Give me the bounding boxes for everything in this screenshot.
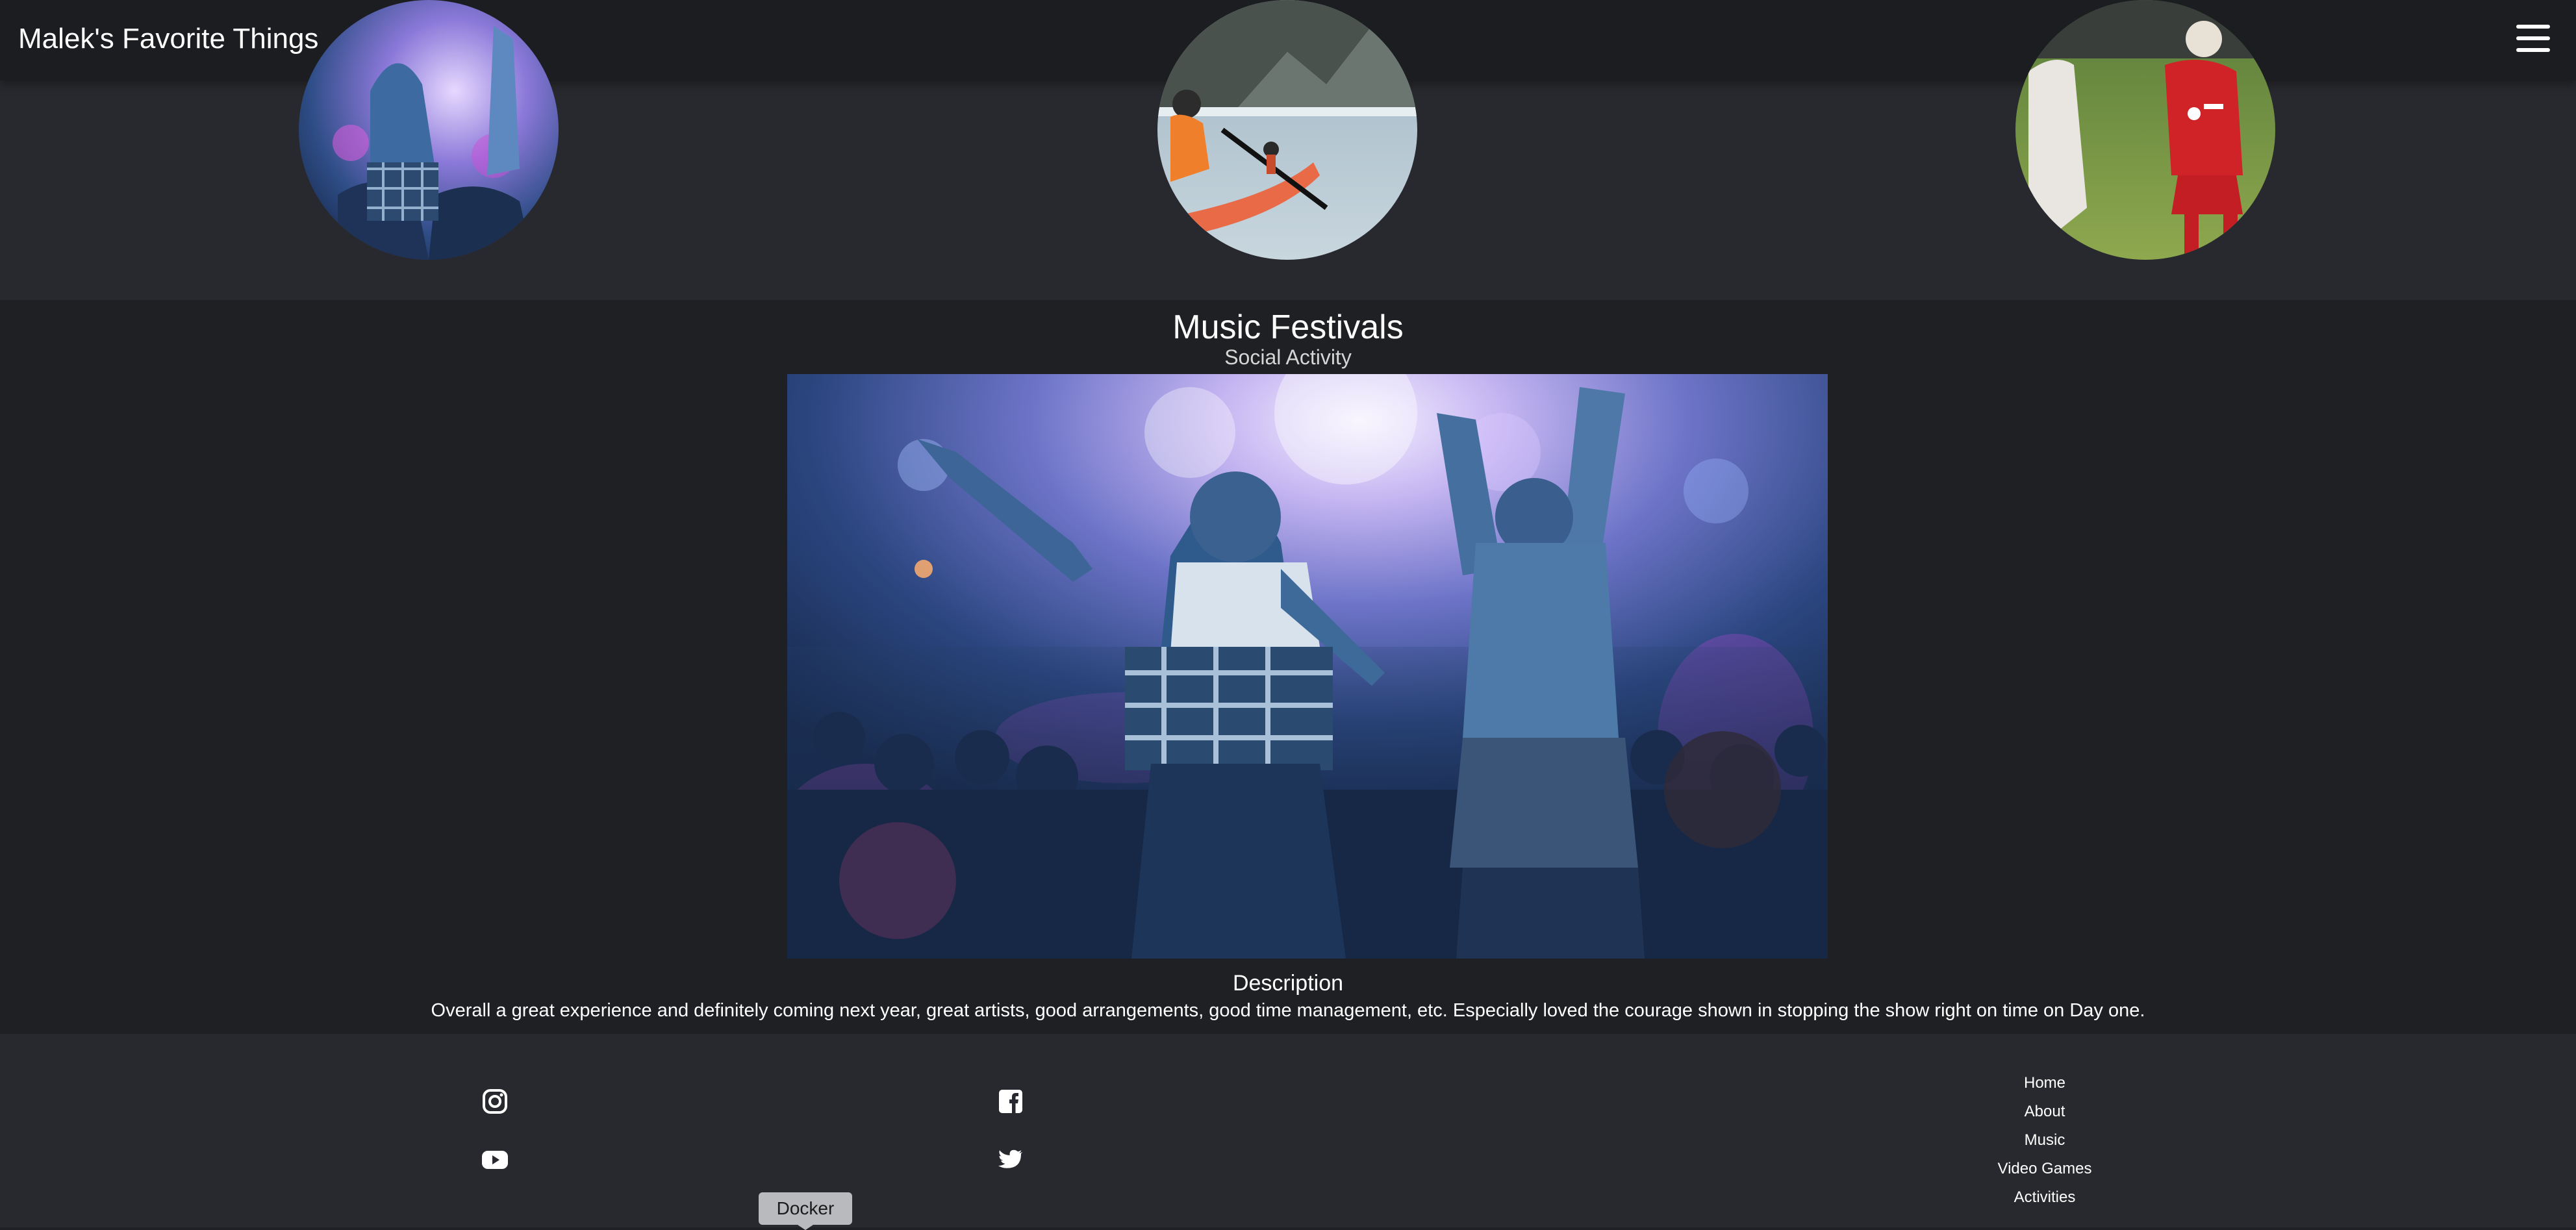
twitter-icon[interactable] bbox=[996, 1146, 1025, 1174]
facebook-icon[interactable] bbox=[996, 1087, 1025, 1116]
kayak-thumbnail-image bbox=[1157, 0, 1417, 260]
footer-link-home[interactable]: Home bbox=[1980, 1069, 2110, 1098]
site-footer: Home About Music Video Games Activities … bbox=[0, 1034, 2576, 1230]
thumbnail-kayaking[interactable] bbox=[1157, 0, 1417, 260]
hamburger-menu-icon[interactable] bbox=[2514, 25, 2553, 56]
footer-nav: Home About Music Video Games Activities bbox=[1980, 1069, 2110, 1212]
item-subtitle: Social Activity bbox=[1224, 345, 1352, 369]
instagram-icon[interactable] bbox=[481, 1087, 509, 1116]
site-title[interactable]: Malek's Favorite Things bbox=[18, 18, 318, 60]
item-title: Music Festivals bbox=[1172, 308, 1404, 346]
music-festival-photo bbox=[787, 374, 1828, 959]
soccer-thumbnail-image bbox=[2015, 0, 2275, 260]
footer-link-music[interactable]: Music bbox=[1980, 1126, 2110, 1155]
description-label: Description bbox=[1232, 971, 1344, 996]
footer-link-video-games[interactable]: Video Games bbox=[1980, 1155, 2110, 1183]
festival-thumbnail-image bbox=[299, 0, 559, 260]
docker-tooltip: Docker bbox=[759, 1192, 852, 1230]
thumbnail-music-festival[interactable] bbox=[299, 0, 559, 260]
hero-image bbox=[787, 374, 1828, 959]
youtube-icon[interactable] bbox=[481, 1146, 509, 1174]
footer-link-activities[interactable]: Activities bbox=[1980, 1183, 2110, 1212]
footer-link-about[interactable]: About bbox=[1980, 1098, 2110, 1126]
thumbnail-soccer[interactable] bbox=[2015, 0, 2275, 260]
main-content: Music Festivals Social Activity Descript… bbox=[0, 300, 2576, 1034]
description-text: Overall a great experience and definitel… bbox=[431, 1000, 2145, 1021]
